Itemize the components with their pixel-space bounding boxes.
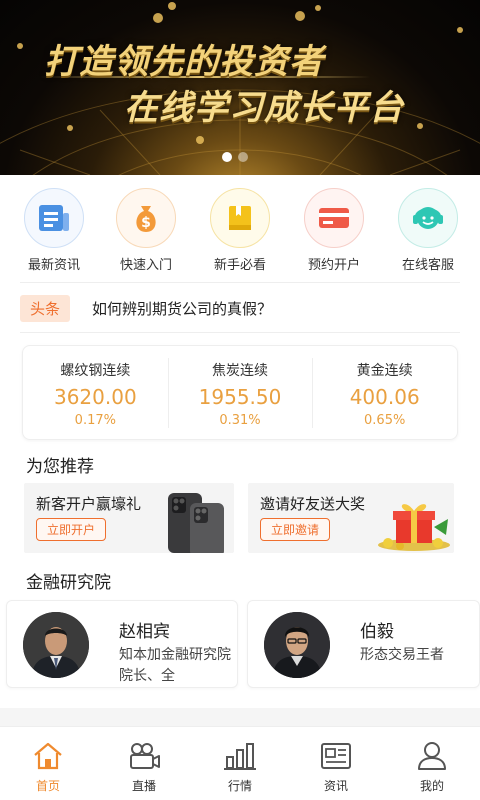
- news-icon: [24, 188, 84, 248]
- invite-button[interactable]: 立即邀请: [260, 518, 331, 541]
- quote-change: 0.31%: [219, 413, 261, 428]
- carousel-dot-active[interactable]: [222, 152, 232, 162]
- tab-home[interactable]: 首页: [0, 727, 96, 800]
- headline-tag: 头条: [20, 294, 71, 322]
- recommend-card-title: 邀请好友送大奖: [260, 495, 366, 513]
- top-banner[interactable]: 打造领先的投资者 在线学习成长平台: [0, 0, 480, 175]
- tab-profile[interactable]: 我的: [384, 727, 480, 800]
- tab-label: 资讯: [323, 779, 348, 793]
- tab-label: 首页: [35, 779, 60, 793]
- researcher-description: 形态交易王者: [360, 647, 444, 663]
- phone-icon: [168, 493, 224, 553]
- open-account-button[interactable]: 立即开户: [36, 518, 107, 541]
- gift-box-icon: [378, 504, 450, 551]
- money-bag-icon: $: [116, 188, 176, 248]
- newspaper-icon: [321, 743, 351, 769]
- tab-market[interactable]: 行情: [192, 727, 288, 800]
- quick-item-support[interactable]: 在线客服: [380, 188, 476, 273]
- quote-item[interactable]: 黄金连续 400.06 0.65%: [312, 346, 457, 439]
- book-icon: [210, 188, 270, 248]
- carousel-indicator: [222, 152, 248, 162]
- quote-value: 3620.00: [53, 385, 137, 409]
- quote-name: 焦炭连续: [212, 363, 268, 379]
- quote-name: 黄金连续: [356, 363, 413, 379]
- quick-item-label: 预约开户: [307, 258, 360, 273]
- user-icon: [418, 742, 446, 770]
- tab-label: 行情: [227, 779, 252, 793]
- researcher-description: 知本加金融研究院院长、全: [119, 647, 231, 684]
- recommend-card-title: 新客开户赢壕礼: [36, 495, 142, 513]
- researcher-name: 伯毅: [360, 622, 394, 642]
- market-quotes-card: 螺纹钢连续 3620.00 0.17% 焦炭连续 1955.50 0.31% 黄…: [22, 345, 458, 440]
- quick-item-label: 最新资讯: [27, 258, 80, 273]
- recommend-card-invite[interactable]: 邀请好友送大奖 立即邀请: [248, 483, 454, 553]
- researcher-card[interactable]: 伯毅 形态交易王者: [247, 600, 480, 688]
- home-icon: [34, 742, 62, 770]
- researcher-name: 赵相宾: [119, 622, 170, 642]
- recommend-section-title: 为您推荐: [26, 457, 94, 477]
- quote-change: 0.17%: [74, 413, 116, 428]
- tab-news[interactable]: 资讯: [288, 727, 384, 800]
- banner-title-line-1: 打造领先的投资者: [44, 42, 324, 82]
- headline-text[interactable]: 如何辨别期货公司的真假？: [92, 298, 272, 319]
- quote-item[interactable]: 螺纹钢连续 3620.00 0.17%: [23, 346, 168, 439]
- quote-item[interactable]: 焦炭连续 1955.50 0.31%: [167, 346, 313, 439]
- quick-item-open-account[interactable]: 预约开户: [286, 188, 382, 273]
- card-icon: [304, 188, 364, 248]
- research-section-title: 金融研究院: [26, 573, 111, 593]
- quote-value: 400.06: [349, 385, 420, 409]
- quote-change: 0.65%: [364, 413, 406, 428]
- bottom-tab-bar: 首页 直播 行情 资讯 我的: [0, 726, 480, 800]
- video-camera-icon: [130, 743, 160, 769]
- svg-text:$: $: [141, 215, 151, 231]
- recommend-card-open-account[interactable]: 新客开户赢壕礼 立即开户: [24, 483, 234, 553]
- quote-name: 螺纹钢连续: [60, 363, 131, 379]
- quick-item-start[interactable]: $ 快速入门: [98, 188, 194, 273]
- quick-item-beginner[interactable]: 新手必看: [192, 188, 288, 273]
- headset-icon: [398, 188, 458, 248]
- avatar: [264, 612, 330, 678]
- tab-label: 我的: [419, 779, 444, 793]
- carousel-dot[interactable]: [238, 152, 248, 162]
- banner-title-line-2: 在线学习成长平台: [124, 88, 404, 128]
- tab-label: 直播: [131, 779, 156, 793]
- headline-bar[interactable]: 头条 如何辨别期货公司的真假？: [20, 294, 460, 322]
- tab-live[interactable]: 直播: [96, 727, 192, 800]
- quote-value: 1955.50: [198, 385, 282, 409]
- divider: [20, 282, 460, 283]
- divider: [20, 332, 460, 333]
- quick-item-label: 快速入门: [119, 258, 172, 273]
- quick-item-news[interactable]: 最新资讯: [6, 188, 102, 273]
- researcher-card[interactable]: 赵相宾 知本加金融研究院院长、全: [6, 600, 238, 688]
- quick-item-label: 新手必看: [213, 258, 266, 273]
- quick-item-label: 在线客服: [401, 258, 454, 273]
- section-gap: [0, 708, 480, 726]
- quick-menu: 最新资讯 $ 快速入门 新手必看 预约开户 在线客服: [0, 188, 480, 274]
- bar-chart-icon: [224, 743, 256, 770]
- avatar: [23, 612, 89, 678]
